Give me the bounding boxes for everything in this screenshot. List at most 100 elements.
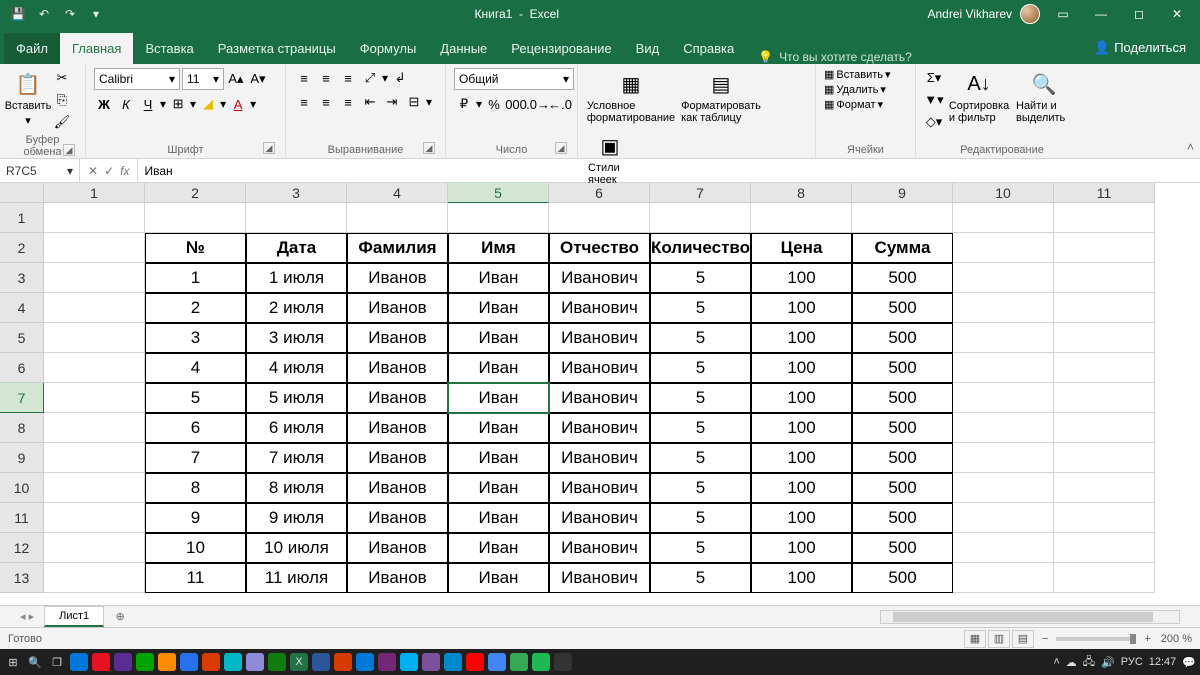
cell[interactable]: Иванов <box>347 353 448 383</box>
taskbar-app[interactable] <box>334 653 352 671</box>
cell[interactable]: 100 <box>751 263 852 293</box>
cell[interactable]: 11 июля <box>246 563 347 593</box>
taskbar-app[interactable] <box>180 653 198 671</box>
cell[interactable] <box>953 293 1054 323</box>
avatar[interactable] <box>1020 4 1040 24</box>
cell[interactable]: 6 <box>145 413 246 443</box>
row-header[interactable]: 13 <box>0 563 44 593</box>
language-indicator[interactable]: РУС <box>1121 656 1143 668</box>
minimize-icon[interactable]: — <box>1086 0 1116 28</box>
row-header[interactable]: 8 <box>0 413 44 443</box>
action-center-icon[interactable]: 💬 <box>1182 656 1196 669</box>
cell[interactable] <box>751 203 852 233</box>
cell[interactable]: 5 <box>650 323 751 353</box>
cell[interactable]: 500 <box>852 563 953 593</box>
select-all-corner[interactable] <box>0 183 44 203</box>
maximize-icon[interactable]: ◻ <box>1124 0 1154 28</box>
taskbar-app[interactable] <box>400 653 418 671</box>
cell[interactable]: 5 <box>145 383 246 413</box>
close-icon[interactable]: ✕ <box>1162 0 1192 28</box>
cell[interactable] <box>953 323 1054 353</box>
zoom-level[interactable]: 200 % <box>1161 633 1192 645</box>
system-tray[interactable]: ˄ ☁ 🖧 🔊 РУС 12:47 💬 <box>1053 653 1196 672</box>
cell[interactable]: Иванович <box>549 443 650 473</box>
cell[interactable]: Иванов <box>347 293 448 323</box>
cell[interactable]: 5 <box>650 503 751 533</box>
cell[interactable]: 100 <box>751 353 852 383</box>
cell[interactable] <box>44 533 145 563</box>
cell[interactable]: 100 <box>751 383 852 413</box>
undo-icon[interactable]: ↶ <box>34 4 54 24</box>
taskbar-app[interactable] <box>312 653 330 671</box>
cell[interactable]: Иван <box>448 353 549 383</box>
cell[interactable]: Иванов <box>347 503 448 533</box>
cell[interactable] <box>852 203 953 233</box>
cell[interactable] <box>1054 383 1155 413</box>
row-header[interactable]: 1 <box>0 203 44 233</box>
align-top-icon[interactable]: ≡ <box>294 68 314 88</box>
cell[interactable]: 10 <box>145 533 246 563</box>
cell[interactable] <box>1054 503 1155 533</box>
cell[interactable]: Иван <box>448 413 549 443</box>
tab-file[interactable]: Файл <box>4 33 60 64</box>
orientation-icon[interactable]: ⤢ <box>360 68 380 88</box>
taskbar-app[interactable] <box>268 653 286 671</box>
cancel-formula-icon[interactable]: ✕ <box>88 164 98 178</box>
cell[interactable] <box>1054 203 1155 233</box>
taskbar-app[interactable] <box>532 653 550 671</box>
cell[interactable]: Иванович <box>549 383 650 413</box>
decrease-decimal-icon[interactable]: ←.0 <box>550 94 570 114</box>
collapse-ribbon-icon[interactable]: ˄ <box>1187 140 1194 154</box>
cell[interactable]: 500 <box>852 533 953 563</box>
taskbar-app[interactable] <box>136 653 154 671</box>
insert-cells-button[interactable]: ▦ Вставить ▾ <box>824 68 891 81</box>
cell[interactable]: 100 <box>751 503 852 533</box>
cell[interactable]: 5 <box>650 383 751 413</box>
align-middle-icon[interactable]: ≡ <box>316 68 336 88</box>
cell[interactable]: 2 июля <box>246 293 347 323</box>
add-sheet-icon[interactable]: ⊕ <box>110 610 130 623</box>
column-header[interactable]: 2 <box>145 183 246 203</box>
column-header[interactable]: 7 <box>650 183 751 203</box>
cell[interactable]: 500 <box>852 443 953 473</box>
zoom-slider[interactable] <box>1056 637 1136 641</box>
tab-data[interactable]: Данные <box>428 33 499 64</box>
cell[interactable] <box>44 413 145 443</box>
number-format-combo[interactable]: Общий▾ <box>454 68 574 90</box>
decrease-font-icon[interactable]: A▾ <box>248 69 268 89</box>
cell[interactable] <box>44 263 145 293</box>
cell[interactable]: 3 <box>145 323 246 353</box>
taskbar-app[interactable] <box>92 653 110 671</box>
bold-icon[interactable]: Ж <box>94 94 114 114</box>
taskbar-app[interactable] <box>378 653 396 671</box>
cell[interactable] <box>44 383 145 413</box>
cell[interactable] <box>44 233 145 263</box>
cell[interactable]: 5 <box>650 413 751 443</box>
enter-formula-icon[interactable]: ✓ <box>104 164 114 178</box>
autosum-icon[interactable]: Σ▾ <box>924 68 944 88</box>
cell[interactable] <box>1054 233 1155 263</box>
search-icon[interactable]: 🔍 <box>26 653 44 671</box>
cell[interactable] <box>44 293 145 323</box>
taskbar-app[interactable] <box>246 653 264 671</box>
row-header[interactable]: 9 <box>0 443 44 473</box>
zoom-in-icon[interactable]: + <box>1144 633 1150 645</box>
merge-icon[interactable]: ⊟ <box>404 92 424 112</box>
cell[interactable] <box>347 203 448 233</box>
cell[interactable] <box>953 413 1054 443</box>
cell[interactable]: Количество <box>650 233 751 263</box>
cell[interactable]: Иван <box>448 323 549 353</box>
cell[interactable]: Иванович <box>549 353 650 383</box>
wrap-text-icon[interactable]: ↲ <box>390 68 410 88</box>
cell[interactable]: 500 <box>852 503 953 533</box>
taskbar-app[interactable] <box>114 653 132 671</box>
column-header[interactable]: 10 <box>953 183 1054 203</box>
format-as-table-button[interactable]: ▤Форматировать как таблицу <box>680 68 762 126</box>
row-header[interactable]: 6 <box>0 353 44 383</box>
cell[interactable]: Иванов <box>347 443 448 473</box>
cell[interactable]: 100 <box>751 413 852 443</box>
cell[interactable] <box>44 443 145 473</box>
accounting-icon[interactable]: ₽ <box>454 94 474 114</box>
taskbar-app[interactable] <box>466 653 484 671</box>
volume-icon[interactable]: 🔊 <box>1101 656 1115 669</box>
